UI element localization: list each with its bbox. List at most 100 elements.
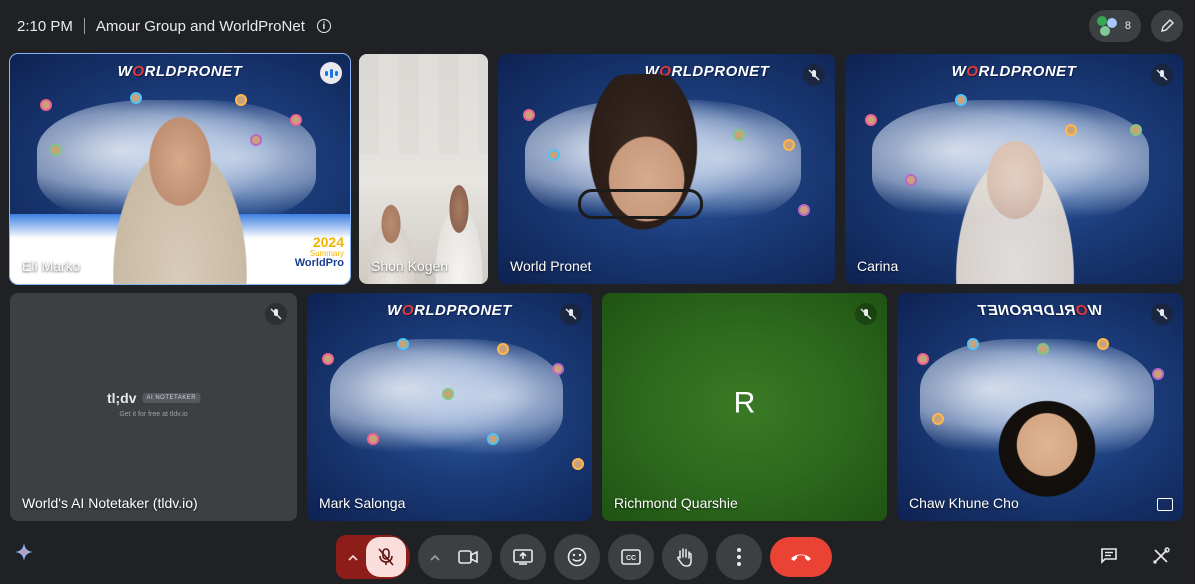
world-map (329, 338, 564, 464)
video-options-chevron-icon[interactable] (426, 554, 444, 561)
participant-tile-chaw-khune-cho[interactable]: WORLDPRONET Chaw Khune Cho (897, 293, 1183, 521)
meeting-time: 2:10 PM (17, 17, 73, 35)
microphone-group (336, 535, 410, 579)
hand-icon (677, 548, 692, 567)
captions-button[interactable]: CC (608, 534, 654, 580)
glasses (578, 189, 703, 219)
map-pin (955, 94, 967, 106)
call-controls: CC (336, 533, 832, 581)
map-pin (552, 363, 564, 375)
reactions-button[interactable] (554, 534, 600, 580)
participant-tile-eli-marko[interactable]: WORLDPRONET 2024 Summary WorldPro Eli Ma… (9, 53, 351, 285)
camera-group (418, 535, 492, 579)
map-pin (917, 353, 929, 365)
raise-hand-button[interactable] (662, 534, 708, 580)
mic-off-icon (560, 303, 582, 325)
camera-toggle-button[interactable] (448, 537, 488, 577)
mic-off-icon (1151, 64, 1173, 86)
bottom-control-bar: CC (0, 526, 1195, 584)
speaking-indicator-icon (320, 62, 342, 84)
map-pin (783, 139, 795, 151)
worldpronet-logo: WORLDPRONET (951, 63, 1077, 80)
participant-tile-ai-notetaker[interactable]: tl;dv AI NOTETAKER Get it for free at tl… (10, 293, 297, 521)
mic-off-icon (378, 548, 394, 566)
map-pin (1152, 368, 1164, 380)
participant-tile-mark-salonga[interactable]: WORLDPRONET Mark Salonga (307, 293, 592, 521)
participant-video (95, 109, 265, 284)
people-count: 8 (1124, 20, 1131, 32)
mic-off-icon (1151, 303, 1173, 325)
worldpronet-logo-mirrored: WORLDPRONET (977, 302, 1103, 319)
audio-options-chevron-icon[interactable] (344, 554, 362, 561)
leave-call-button[interactable] (770, 537, 832, 577)
side-panel-controls (1087, 534, 1183, 578)
top-bar: 2:10 PM Amour Group and WorldProNet i 8 (0, 0, 1195, 52)
map-pin (397, 338, 409, 350)
map-pin (905, 174, 917, 186)
map-pin (442, 388, 454, 400)
participant-name: Chaw Khune Cho (909, 495, 1019, 511)
map-pin (932, 413, 944, 425)
microphone-toggle-button[interactable] (366, 537, 406, 577)
map-pin (497, 343, 509, 355)
top-right-controls: 8 (1088, 10, 1183, 42)
chat-button[interactable] (1087, 534, 1131, 578)
chat-icon (1101, 548, 1117, 564)
avatar-letter: R (733, 386, 756, 420)
mic-off-icon (265, 303, 287, 325)
activities-button[interactable] (1139, 534, 1183, 578)
map-pin (130, 92, 142, 104)
picture-in-picture-icon[interactable] (1157, 498, 1173, 511)
meeting-title: Amour Group and WorldProNet (95, 17, 305, 35)
present-icon (513, 549, 533, 565)
participant-name: Richmond Quarshie (614, 495, 738, 511)
map-pin (733, 129, 745, 141)
participant-tile-shon-kogen[interactable]: Shon Kogen (359, 54, 488, 284)
more-options-button[interactable] (716, 534, 762, 580)
participant-video (553, 74, 733, 284)
worldpronet-logo: WORLDPRONET (117, 63, 243, 80)
info-icon[interactable]: i (316, 19, 331, 33)
map-pin (322, 353, 334, 365)
tldv-logo: tl;dv AI NOTETAKER (107, 390, 201, 406)
phone-hangup-icon (791, 554, 811, 561)
map-pin (1097, 338, 1109, 350)
map-pin (367, 433, 379, 445)
title-divider (83, 18, 85, 34)
map-pin (798, 204, 810, 216)
map-pin (523, 109, 535, 121)
participant-name: Carina (857, 258, 899, 274)
people-button[interactable]: 8 (1088, 10, 1141, 42)
map-pin (290, 114, 302, 126)
svg-text:CC: CC (626, 555, 636, 562)
map-pin (1130, 124, 1142, 136)
map-pin (572, 458, 584, 470)
mic-off-icon (803, 64, 825, 86)
participant-tile-carina[interactable]: WORLDPRONET Carina (845, 54, 1183, 284)
map-pin (40, 99, 52, 111)
participant-name: World's AI Notetaker (tldv.io) (22, 495, 198, 511)
worldpronet-logo: WORLDPRONET (387, 302, 512, 319)
tldv-tagline: Get it for free at tldv.io (119, 411, 188, 418)
participant-name: Eli Marko (22, 258, 81, 274)
participant-tile-world-pronet[interactable]: WORLDPRONET World Pronet (498, 54, 835, 284)
present-screen-button[interactable] (500, 534, 546, 580)
map-pin (487, 433, 499, 445)
more-vert-icon (737, 548, 741, 566)
mic-off-icon (855, 303, 877, 325)
map-pin (1037, 343, 1049, 355)
pencil-icon (1161, 19, 1174, 32)
participant-name: World Pronet (510, 258, 592, 274)
ceiling (359, 54, 488, 154)
gemini-icon[interactable] (10, 538, 38, 566)
participant-tile-richmond-quarshie[interactable]: R Richmond Quarshie (602, 293, 887, 521)
map-pin (967, 338, 979, 350)
host-controls-button[interactable] (1151, 10, 1183, 42)
map-pin (50, 144, 62, 156)
closed-captions-icon: CC (621, 549, 641, 565)
map-pin (235, 94, 247, 106)
map-pin (865, 114, 877, 126)
participant-avatars-icon (1096, 16, 1117, 36)
participant-name: Shon Kogen (371, 258, 449, 274)
summary-banner: 2024 Summary WorldPro (294, 234, 344, 270)
